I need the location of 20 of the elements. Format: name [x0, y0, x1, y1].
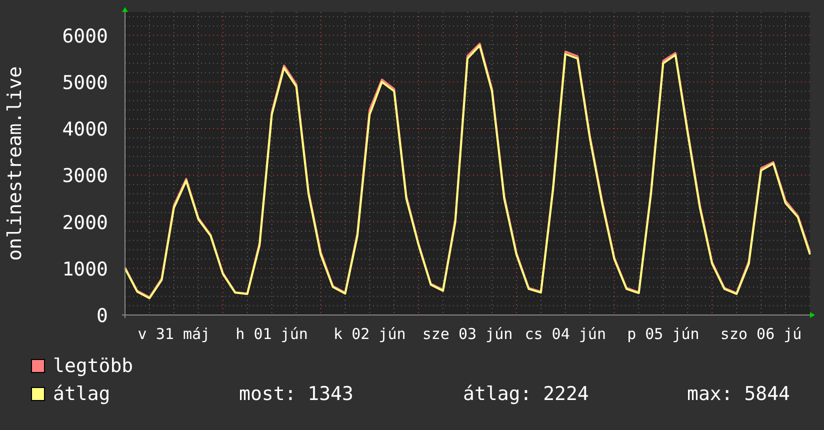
legend-stat: átlag: 2224 [463, 382, 590, 407]
axis-tick-label: 3000 [62, 165, 108, 188]
axis-tick-label: h 01 jún [236, 325, 308, 343]
axis-tick-label: k 02 jún [334, 325, 406, 343]
legend-stat: most: 1343 [239, 382, 354, 407]
legend-label: átlag [53, 382, 112, 407]
axis-tick-label: 2000 [62, 212, 108, 234]
axis-tick-label: szo 06 jú [720, 325, 802, 343]
axis-title: onlinestream.live [4, 66, 26, 261]
legend-label: legtöbb [53, 354, 134, 379]
axis-tick-label: sze 03 jún [422, 325, 513, 343]
axis-tick-label: 0 [96, 305, 108, 327]
axis-tick-label: p 05 jún [627, 325, 700, 343]
axis-tick-label: 1000 [62, 258, 108, 280]
axis-tick-label: cs 04 jún [524, 325, 606, 343]
axis-tick-label: v 31 máj [138, 325, 210, 343]
legend-stat: max: 5844 [687, 382, 790, 407]
axis-tick-label: 5000 [62, 72, 108, 94]
axis-tick-label: 6000 [62, 25, 108, 48]
axis-tick-label: 4000 [62, 118, 108, 141]
